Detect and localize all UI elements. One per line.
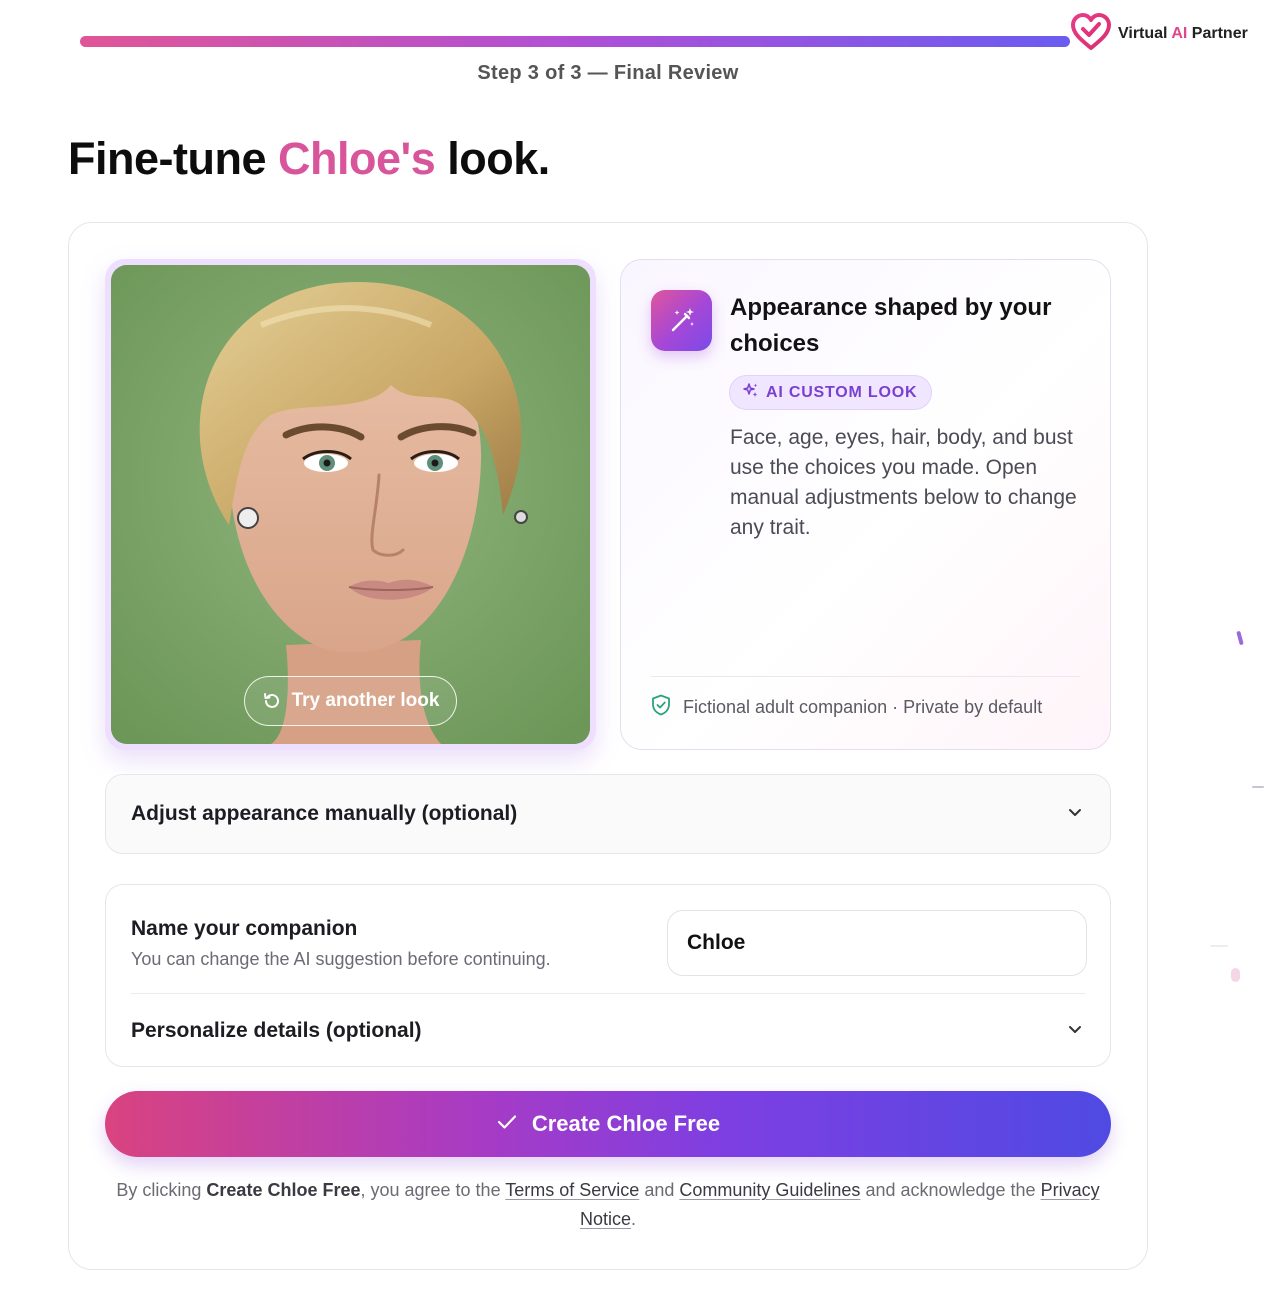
- try-another-look-label: Try another look: [291, 690, 440, 711]
- confetti-decoration: [1210, 945, 1228, 947]
- brand-logo[interactable]: Virtual AI Partner: [1070, 12, 1248, 57]
- personalize-details-label: Personalize details (optional): [131, 1019, 422, 1042]
- portrait-frame: Try another look: [105, 259, 596, 750]
- sparkles-icon: [742, 382, 759, 404]
- confetti-decoration: [1231, 968, 1240, 982]
- info-heading: Appearance shaped by your choices: [730, 294, 1052, 357]
- terms-of-service-link[interactable]: Terms of Service: [505, 1180, 639, 1200]
- name-companion-subtitle: You can change the AI suggestion before …: [131, 949, 551, 969]
- step-indicator: Step 3 of 3 — Final Review: [477, 62, 739, 84]
- ai-custom-look-label: AI CUSTOM LOOK: [766, 383, 918, 401]
- community-guidelines-link[interactable]: Community Guidelines: [679, 1180, 860, 1200]
- companion-name-input[interactable]: [667, 910, 1087, 976]
- privacy-note-text: Fictional adult companion · Private by d…: [683, 697, 1043, 717]
- progress-bar: [80, 36, 1070, 47]
- companion-portrait-image: Try another look: [111, 265, 590, 744]
- magic-wand-icon: [651, 290, 712, 351]
- adjust-appearance-accordion[interactable]: Adjust appearance manually (optional): [105, 774, 1111, 854]
- confetti-decoration: [1252, 786, 1264, 788]
- info-divider: [651, 676, 1080, 677]
- check-icon: [496, 1111, 518, 1137]
- adjust-appearance-label: Adjust appearance manually (optional): [131, 802, 518, 825]
- personalize-details-accordion[interactable]: Personalize details (optional): [106, 994, 1110, 1068]
- chevron-down-icon: [1066, 1020, 1084, 1043]
- ai-custom-look-badge: AI CUSTOM LOOK: [729, 375, 933, 410]
- create-companion-button[interactable]: Create Chloe Free: [105, 1091, 1111, 1157]
- try-another-look-button[interactable]: Try another look: [244, 676, 457, 726]
- info-description: Face, age, eyes, hair, body, and bust us…: [730, 426, 1077, 539]
- create-companion-label: Create Chloe Free: [531, 1111, 721, 1136]
- page-title: Fine-tune Chloe's look.: [68, 133, 550, 184]
- legal-cta-name: Create Chloe Free: [206, 1180, 361, 1200]
- heart-logo-icon: [1070, 12, 1112, 57]
- refresh-icon: [262, 691, 282, 711]
- privacy-note: Fictional adult companion · Private by d…: [651, 694, 1042, 721]
- confetti-decoration: [1236, 630, 1244, 646]
- name-companion-card: Name your companion You can change the A…: [105, 884, 1111, 1067]
- shield-check-icon: [651, 694, 671, 721]
- appearance-info-card: Appearance shaped by your choices AI CUS…: [620, 259, 1111, 750]
- legal-notice: By clicking Create Chloe Free, you agree…: [116, 1180, 1100, 1229]
- name-companion-title: Name your companion: [131, 917, 358, 940]
- chevron-down-icon: [1066, 803, 1084, 826]
- brand-name: Virtual AI Partner: [1118, 25, 1248, 42]
